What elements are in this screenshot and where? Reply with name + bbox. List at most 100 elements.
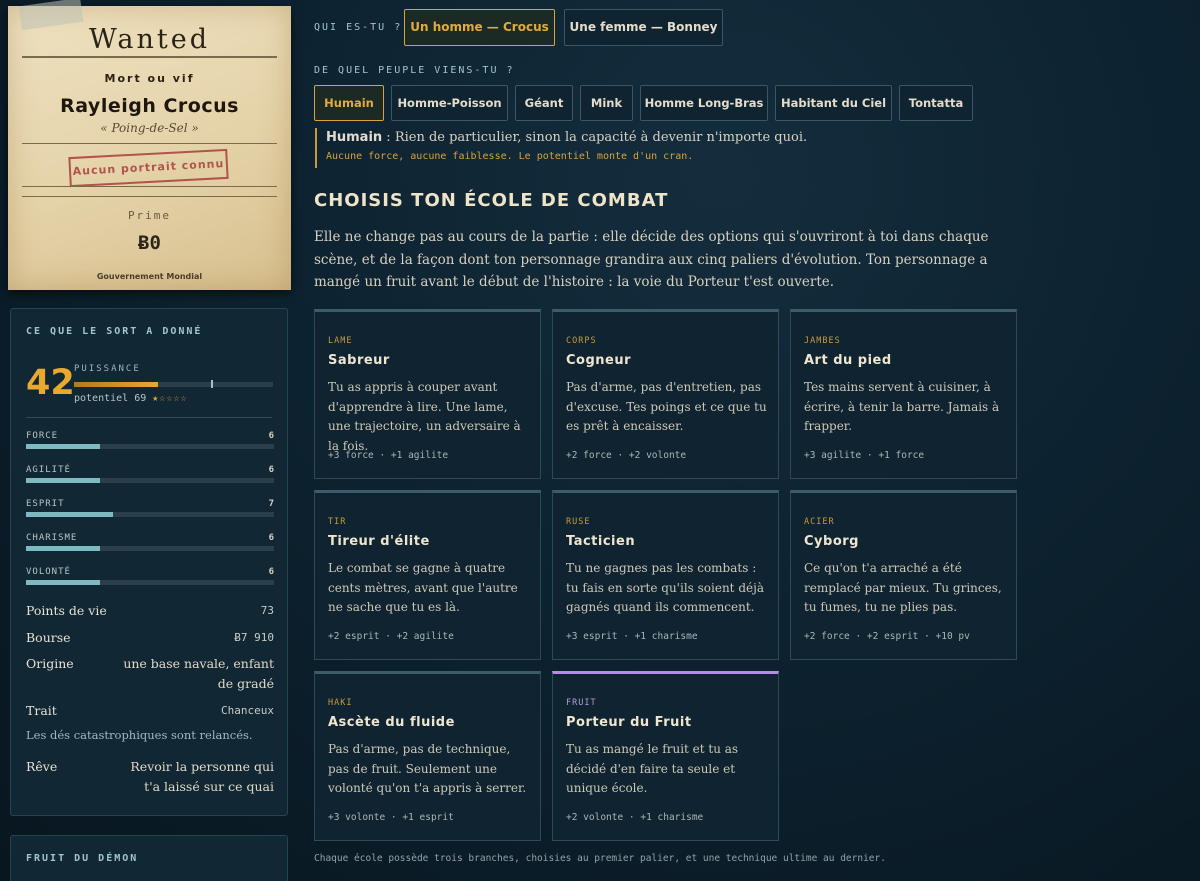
stat-bar — [26, 478, 274, 483]
people-option-humain[interactable]: Humain — [314, 85, 384, 121]
dream-label: Rêve — [26, 759, 58, 774]
divider — [26, 417, 272, 418]
card-bonus: +3 force · +1 agilite — [328, 450, 449, 461]
stat-bar — [26, 580, 274, 585]
stat-bar-fill — [26, 580, 101, 585]
people-description-text: : Rien de particulier, sinon la capacité… — [382, 130, 808, 145]
purse-value: Ƀ7 910 — [234, 631, 274, 644]
school-card[interactable]: CORPS Cogneur Pas d'arme, pas d'entretien,… — [552, 309, 779, 479]
poster-name: Rayleigh Crocus — [60, 95, 239, 117]
people-option-habitant-du-ciel[interactable]: Habitant du Ciel — [775, 85, 892, 121]
origin-label: Origine — [26, 656, 74, 671]
card-text: Pas d'arme, pas d'entretien, pas d'excus… — [566, 380, 767, 433]
poster-subtitle: Mort ou vif — [104, 72, 195, 85]
gender-option-crocus[interactable]: Un homme — Crocus — [404, 9, 555, 46]
card-title: Cyborg — [804, 534, 859, 549]
card-text: Le combat se gagne à quatre cents mètres… — [328, 561, 518, 614]
school-card[interactable]: TIR Tireur d'élite Le combat se gagne à qu… — [314, 490, 541, 660]
power-label: PUISSANCE — [74, 364, 141, 374]
hp-label: Points de vie — [26, 603, 107, 618]
school-card[interactable]: FRUIT Porteur du Fruit Tu as mangé le frui… — [552, 671, 779, 841]
trait-label: Trait — [26, 703, 57, 718]
info-origin: Origine une base navale, enfant de gradé — [26, 654, 274, 696]
dream-value: Revoir la personne qui t'a laissé sur ce… — [130, 759, 274, 794]
power-potential: potentiel 69 ★☆☆☆☆ — [74, 393, 187, 404]
trait-value: Chanceux — [221, 704, 274, 717]
card-title: Porteur du Fruit — [566, 715, 692, 730]
school-footnote: Chaque école possède trois branches, cho… — [314, 853, 886, 864]
stat-name: FORCE — [26, 431, 59, 441]
stat-bar — [26, 512, 274, 517]
card-tag: JAMBES — [804, 336, 841, 346]
card-tag: TIR — [328, 517, 347, 527]
school-card[interactable]: LAME Sabreur Tu as appris à couper avant d… — [314, 309, 541, 479]
poster-divider — [22, 196, 277, 197]
power-bar-fill — [74, 382, 158, 387]
hp-value: 73 — [260, 604, 274, 617]
stat-name: ESPRIT — [26, 499, 65, 509]
card-text: Tu ne gagnes pas les combats : tu fais e… — [566, 561, 764, 614]
card-title: Tacticien — [566, 534, 636, 549]
people-question: DE QUEL PEUPLE VIENS-TU ? — [314, 65, 515, 76]
card-bonus: +2 force · +2 esprit · +10 pv — [804, 631, 970, 642]
potential-stars: ★☆☆☆☆ — [152, 393, 188, 404]
people-option-homme-long-bras[interactable]: Homme Long-Bras — [640, 85, 768, 121]
people-option-geant[interactable]: Géant — [515, 85, 573, 121]
card-tag: RUSE — [566, 517, 591, 527]
poster-footer: Gouvernement Mondial — [96, 272, 203, 281]
poster-title: Wanted — [88, 24, 210, 55]
card-title: Sabreur — [328, 353, 390, 368]
info-dream: Rêve Revoir la personne qui t'a laissé s… — [26, 757, 274, 799]
potential-text: potentiel 69 — [74, 393, 147, 404]
people-option-mink[interactable]: Mink — [580, 85, 633, 121]
devil-fruit-panel: FRUIT DU DÉMON — [10, 835, 288, 881]
stat-name: AGILITÉ — [26, 465, 71, 475]
stat-bar-fill — [26, 444, 101, 449]
prime-label: Prime — [127, 209, 172, 222]
card-tag: ACIER — [804, 517, 835, 527]
card-title: Ascète du fluide — [328, 715, 455, 730]
stat-bar-fill — [26, 512, 113, 517]
character-sheet-panel: CE QUE LE SORT A DONNÉ 42 PUISSANCE pote… — [10, 308, 288, 816]
origin-value: une base navale, enfant de gradé — [123, 656, 274, 691]
card-text: Tu as mangé le fruit et tu as décidé d'e… — [566, 742, 739, 795]
panel-title: CE QUE LE SORT A DONNÉ — [26, 326, 203, 337]
people-description-sub: Aucune force, aucune faiblesse. Le poten… — [326, 151, 694, 162]
card-tag: FRUIT — [566, 698, 597, 708]
trait-note: Les dés catastrophiques sont relancés. — [26, 728, 253, 742]
stat-value: 7 — [268, 499, 274, 509]
school-card[interactable]: ACIER Cyborg Ce qu'on t'a arraché a été re… — [790, 490, 1017, 660]
school-card[interactable]: RUSE Tacticien Tu ne gagnes pas les combat… — [552, 490, 779, 660]
wanted-poster: Wanted Mort ou vif Rayleigh Crocus « Poi… — [8, 0, 291, 290]
card-bonus: +3 esprit · +1 charisme — [566, 631, 698, 642]
card-text: Ce qu'on t'a arraché a été remplacé par … — [804, 561, 1002, 614]
card-title: Tireur d'élite — [328, 534, 430, 549]
card-tag: CORPS — [566, 336, 597, 346]
people-description-name: Humain — [326, 130, 383, 145]
poster-divider — [22, 143, 277, 144]
card-text: Tes mains servent à cuisiner, à écrire, … — [804, 380, 1000, 433]
people-option-tontatta[interactable]: Tontatta — [899, 85, 973, 121]
card-title: Art du pied — [804, 353, 892, 368]
stat-value: 6 — [268, 431, 274, 441]
card-text: Tu as appris à couper avant d'apprendre … — [328, 380, 521, 453]
people-option-homme-poisson[interactable]: Homme-Poisson — [391, 85, 508, 121]
stat-name: VOLONTÉ — [26, 567, 71, 577]
school-card[interactable]: HAKI Ascète du fluide Pas d'arme, pas de t… — [314, 671, 541, 841]
stat-bar-fill — [26, 546, 101, 551]
gender-question: QUI ES-TU ? — [314, 22, 403, 33]
stat-bar — [26, 444, 274, 449]
poster-epithet: « Poing-de-Sel » — [100, 121, 199, 135]
panel-title: FRUIT DU DÉMON — [26, 853, 139, 864]
potential-marker — [211, 380, 214, 388]
power-bar — [74, 380, 273, 388]
school-heading: CHOISIS TON ÉCOLE DE COMBAT — [314, 190, 669, 211]
card-bonus: +2 esprit · +2 agilite — [328, 631, 454, 642]
card-bonus: +3 agilite · +1 force — [804, 450, 925, 461]
power-value: 42 — [26, 363, 75, 403]
portrait-stamp: Aucun portrait connu — [68, 148, 229, 188]
gender-option-bonney[interactable]: Une femme — Bonney — [564, 9, 723, 46]
stat-bar — [26, 546, 274, 551]
school-card[interactable]: JAMBES Art du pied Tes mains servent à cui… — [790, 309, 1017, 479]
prime-value: Ƀ0 — [138, 232, 161, 254]
